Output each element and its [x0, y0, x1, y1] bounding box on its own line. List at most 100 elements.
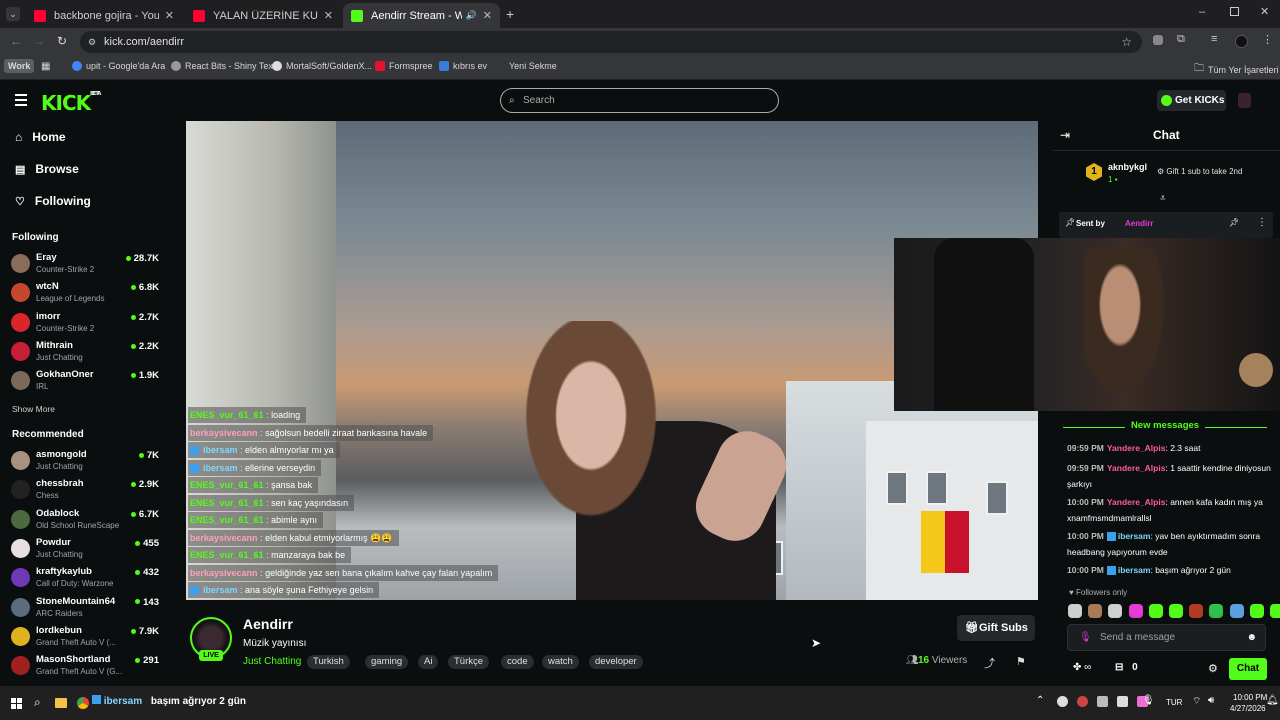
new-tab-button[interactable]: + [506, 6, 514, 22]
nav-following[interactable]: ♡ Following [15, 194, 91, 208]
chat-settings-icon[interactable]: ⚙ [1208, 662, 1218, 675]
audio-playing-icon[interactable]: 🔊 [466, 10, 477, 21]
sidebar-channel[interactable]: Mithrain Just Chatting 2.2K [11, 338, 161, 364]
expand-chevron-icon[interactable]: ⩡ [1160, 193, 1166, 204]
show-more-link[interactable]: Show More [12, 404, 55, 414]
chrome-icon[interactable] [77, 697, 89, 709]
emote-icon[interactable] [1169, 604, 1183, 618]
kick-logo[interactable]: KICKBETA [41, 91, 101, 115]
bookmark-github[interactable]: MortalSoft/GoldenX... [272, 61, 372, 71]
gift-promo[interactable]: ⚙︎ Gift 1 sub to take 2nd [1157, 167, 1242, 176]
clock-time[interactable]: 10:00 PM [1233, 693, 1267, 702]
emote-icon[interactable] [1068, 604, 1082, 618]
stream-tag[interactable]: Türkçe [448, 655, 490, 669]
emote-icon[interactable] [1270, 604, 1280, 618]
emoji-icon[interactable]: ☻ [1246, 625, 1257, 650]
tab-youtube-2[interactable]: YALAN ÜZERİNE KURULMUŞ K... ✕ [185, 3, 341, 28]
emote-icon[interactable] [1148, 604, 1163, 618]
bookmark-work[interactable]: Work [4, 59, 35, 73]
stream-tag[interactable]: Ai [418, 655, 439, 669]
chat-message[interactable]: 09:59 PM Yandere_Alpis: 2.3 saat [1067, 440, 1272, 456]
sidebar-channel[interactable]: GokhanOner IRL 1.9K [11, 367, 161, 393]
microphone-icon[interactable]: 🎙︎ [1142, 695, 1155, 706]
chat-message-input[interactable]: 🎙︎ Send a message ☻ [1067, 624, 1266, 651]
stream-tag[interactable]: gaming [365, 655, 409, 669]
notification-bell-icon[interactable]: 🔔︎ [1266, 695, 1279, 706]
emote-icon[interactable] [1229, 604, 1244, 618]
chat-message[interactable]: 10:00 PM ibersam: başım ağrıyor 2 gün [1067, 562, 1272, 578]
site-info-icon[interactable]: ⚙ [88, 31, 96, 53]
gift-subs-button[interactable]: 🎁︎ Gift Subs [957, 615, 1035, 641]
sidebar-channel[interactable]: Powdur Just Chatting 455 [11, 535, 161, 561]
reload-button[interactable]: ↻ [57, 34, 67, 48]
taskbar-search-icon[interactable]: ⌕ [34, 695, 41, 710]
chat-message[interactable]: 10:00 PM ibersam: yav ben ayıktırmadım so… [1067, 528, 1272, 560]
taskbar-chat-notification[interactable]: ibersam başım ağrıyor 2 gün [92, 695, 246, 707]
profile-avatar[interactable] [1235, 35, 1248, 48]
forward-button[interactable]: → [33, 34, 45, 48]
sidebar-channel[interactable]: wtcN League of Legends 6.8K [11, 279, 161, 305]
tray-icon[interactable] [1117, 696, 1128, 707]
bookmark-star-icon[interactable]: ☆ [1121, 31, 1132, 53]
tray-icon[interactable] [1097, 696, 1108, 707]
file-explorer-icon[interactable] [55, 698, 67, 708]
url-input[interactable]: ⚙ kick.com/aendirr ☆ [80, 31, 1142, 53]
collapse-chat-icon[interactable]: ⇥ [1060, 128, 1070, 142]
stream-tag[interactable]: Turkish [307, 655, 350, 669]
channel-points-icon[interactable]: ✤ ∞ [1073, 662, 1091, 673]
restore-button[interactable] [1230, 7, 1239, 16]
tray-icon[interactable] [1077, 696, 1088, 707]
tab-kick-active[interactable]: Aendirr Stream - Watch Live 🔊 ✕ [343, 3, 500, 28]
extensions-puzzle-icon[interactable]: ⧉ [1177, 33, 1185, 46]
get-kicks-button[interactable]: Get KICKs [1157, 90, 1226, 111]
unpin-icon[interactable]: 📌︎ [1229, 218, 1239, 227]
pinned-user[interactable]: Aendirr [1125, 219, 1153, 228]
send-chat-button[interactable]: Chat [1229, 658, 1267, 680]
tray-icon[interactable] [1057, 696, 1068, 707]
stream-tag[interactable]: code [501, 655, 534, 669]
stream-category[interactable]: Just Chatting [243, 656, 301, 667]
bookmark-google[interactable]: upit - Google'da Ara [72, 61, 165, 71]
wifi-icon[interactable]: ⌔ [1192, 695, 1201, 708]
more-options-icon[interactable]: ⋮ [1257, 217, 1267, 228]
language-indicator[interactable]: TUR [1166, 698, 1182, 707]
emote-icon[interactable] [1189, 604, 1204, 618]
bookmark-reactbits[interactable]: React Bits - Shiny Text [171, 61, 275, 71]
bookmark-new-tab[interactable]: Yeni Sekme [495, 61, 557, 71]
all-bookmarks-folder[interactable]: 🗀 Tüm Yer İşaretleri [1194, 61, 1279, 78]
sidebar-channel[interactable]: asmongold Just Chatting 7K [11, 447, 161, 473]
close-window-button[interactable]: ✕ [1260, 5, 1269, 18]
sidebar-channel[interactable]: imorr Counter-Strike 2 2.7K [11, 309, 161, 335]
extension-icon[interactable] [1153, 35, 1163, 45]
sidebar-channel[interactable]: StoneMountain64 ARC Raiders 143 [11, 594, 161, 620]
close-tab-icon[interactable]: ✕ [324, 9, 333, 22]
stream-tag[interactable]: watch [542, 655, 579, 669]
tab-search-button[interactable]: ⌄ [6, 7, 20, 21]
pinned-message[interactable]: 📌︎ Sent by Aendirr 📌︎ ⋮ [1059, 212, 1273, 238]
sidebar-channel[interactable]: MasonShortland Grand Theft Auto V (G... 29… [11, 652, 161, 678]
hamburger-menu-icon[interactable] [15, 94, 27, 106]
nav-home[interactable]: ⌂ Home [15, 130, 66, 144]
minimize-button[interactable]: – [1199, 6, 1205, 18]
sidebar-channel[interactable]: chessbrah Chess 2.9K [11, 476, 161, 502]
search-input[interactable]: ⌕ Search [500, 88, 779, 113]
chat-message[interactable]: 09:59 PM Yandere_Alpis: 1 saattir kendine… [1067, 460, 1272, 492]
close-tab-icon[interactable]: ✕ [483, 9, 492, 22]
emote-icon[interactable] [1088, 604, 1103, 618]
sidebar-channel[interactable]: lordkebun Grand Theft Auto V (... 7.9K [11, 623, 161, 649]
leaderboard-name[interactable]: aknbykgl [1108, 162, 1147, 172]
clock-date[interactable]: 4/27/2026 [1230, 704, 1266, 713]
close-tab-icon[interactable]: ✕ [165, 9, 174, 22]
reading-list-icon[interactable]: ≡ [1211, 33, 1217, 45]
back-button[interactable]: ← [10, 34, 22, 48]
report-icon[interactable]: ⚑ [1016, 655, 1026, 668]
tab-youtube-1[interactable]: backbone gojira - YouTube ✕ [26, 3, 182, 28]
channel-name[interactable]: Aendirr [243, 616, 293, 632]
tray-chevron-icon[interactable]: ⌃ [1036, 695, 1044, 706]
user-avatar[interactable] [1238, 93, 1251, 108]
emote-icon[interactable] [1108, 604, 1123, 618]
chat-message[interactable]: 10:00 PM Yandere_Alpis: annen kafa kadın … [1067, 494, 1272, 526]
emote-icon[interactable] [1128, 604, 1143, 618]
stream-tag[interactable]: developer [589, 655, 643, 669]
emote-icon[interactable] [1209, 604, 1224, 618]
